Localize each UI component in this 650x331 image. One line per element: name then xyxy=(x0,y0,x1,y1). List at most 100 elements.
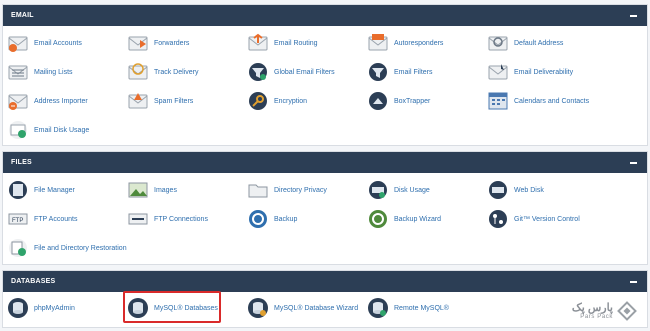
item-email-accounts[interactable]: Email Accounts xyxy=(7,30,82,56)
item-label: Images xyxy=(154,186,177,194)
item-remote-mysql[interactable]: Remote MySQL® xyxy=(367,295,449,321)
item-label: Email Disk Usage xyxy=(34,126,90,134)
files-panel: FILES File Manager Images Directory Privac… xyxy=(2,151,648,265)
git-icon xyxy=(487,208,509,230)
brand-name: پارس پک xyxy=(571,301,613,314)
svg-text:FTP: FTP xyxy=(12,218,23,224)
item-label: Autoresponders xyxy=(394,39,444,47)
backup-wizard-icon xyxy=(367,208,389,230)
item-label: Directory Privacy xyxy=(274,186,327,194)
global-email-filters-icon xyxy=(247,61,269,83)
item-track-delivery[interactable]: Track Delivery xyxy=(127,59,198,85)
item-label: Spam Filters xyxy=(154,97,194,105)
item-label: FTP Connections xyxy=(154,215,208,223)
item-label: Mailing Lists xyxy=(34,68,73,76)
files-panel-title: FILES xyxy=(11,159,32,166)
phpmyadmin-icon xyxy=(7,297,29,319)
item-label: Encryption xyxy=(274,97,308,105)
calendars-contacts-icon xyxy=(487,90,509,112)
email-routing-icon xyxy=(247,32,269,54)
default-address-icon xyxy=(487,32,509,54)
item-label: BoxTrapper xyxy=(394,97,431,105)
item-label: MySQL® Databases xyxy=(154,304,218,312)
item-directory-privacy[interactable]: Directory Privacy xyxy=(247,177,327,203)
boxtrapper-icon xyxy=(367,90,389,112)
collapse-icon[interactable] xyxy=(627,276,639,288)
backup-icon xyxy=(247,208,269,230)
brand-sub: Pars Pack xyxy=(580,313,613,320)
collapse-icon[interactable] xyxy=(627,157,639,169)
ftp-accounts-icon: FTP xyxy=(7,208,29,230)
item-email-routing[interactable]: Email Routing xyxy=(247,30,318,56)
item-web-disk[interactable]: Web Disk xyxy=(487,177,544,203)
item-file-and-directory-restoration[interactable]: File and Directory Restoration xyxy=(7,235,127,261)
item-label: Global Email Filters xyxy=(274,68,335,76)
databases-panel-title: DATABASES xyxy=(11,278,56,285)
email-deliverability-icon xyxy=(487,61,509,83)
email-panel-title: EMAIL xyxy=(11,12,34,19)
item-mailing-lists[interactable]: Mailing Lists xyxy=(7,59,73,85)
item-address-importer[interactable]: Address Importer xyxy=(7,88,88,114)
item-label: Forwarders xyxy=(154,39,190,47)
email-panel: EMAIL Email Accounts Forwarders Email Rout… xyxy=(2,4,648,146)
item-forwarders[interactable]: Forwarders xyxy=(127,30,189,56)
spam-filters-icon xyxy=(127,90,149,112)
mailing-lists-icon xyxy=(7,61,29,83)
encryption-icon xyxy=(247,90,269,112)
mysql-databases-icon xyxy=(127,297,149,319)
directory-privacy-icon xyxy=(247,179,269,201)
item-label: Track Delivery xyxy=(154,68,199,76)
ftp-connections-icon xyxy=(127,208,149,230)
item-label: Remote MySQL® xyxy=(394,304,449,312)
images-icon xyxy=(127,179,149,201)
item-backup-wizard[interactable]: Backup Wizard xyxy=(367,206,441,232)
item-label: Backup xyxy=(274,215,298,223)
item-label: Git™ Version Control xyxy=(514,215,580,223)
address-importer-icon xyxy=(7,90,29,112)
email-panel-header[interactable]: EMAIL xyxy=(3,5,647,26)
email-filters-icon xyxy=(367,61,389,83)
item-label: Email Routing xyxy=(274,39,318,47)
item-phpmyadmin[interactable]: phpMyAdmin xyxy=(7,295,75,321)
item-label: File and Directory Restoration xyxy=(34,244,127,252)
item-email-disk-usage[interactable]: Email Disk Usage xyxy=(7,117,89,143)
mysql-wizard-icon xyxy=(247,297,269,319)
item-file-manager[interactable]: File Manager xyxy=(7,177,75,203)
item-mysql-databases[interactable]: MySQL® Databases xyxy=(127,295,218,321)
remote-mysql-icon xyxy=(367,297,389,319)
item-git-version-control[interactable]: Git™ Version Control xyxy=(487,206,580,232)
item-label: Disk Usage xyxy=(394,186,430,194)
disk-usage-icon xyxy=(367,179,389,201)
item-images[interactable]: Images xyxy=(127,177,177,203)
files-panel-header[interactable]: FILES xyxy=(3,152,647,173)
item-global-email-filters[interactable]: Global Email Filters xyxy=(247,59,335,85)
file-restoration-icon xyxy=(7,237,29,259)
email-accounts-icon xyxy=(7,32,29,54)
item-label: Calendars and Contacts xyxy=(514,97,590,105)
item-autoresponders[interactable]: Autoresponders xyxy=(367,30,443,56)
item-disk-usage[interactable]: Disk Usage xyxy=(367,177,430,203)
item-label: phpMyAdmin xyxy=(34,304,75,312)
item-backup[interactable]: Backup xyxy=(247,206,297,232)
item-label: Email Deliverability xyxy=(514,68,574,76)
item-spam-filters[interactable]: Spam Filters xyxy=(127,88,193,114)
item-label: MySQL® Database Wizard xyxy=(274,304,359,312)
item-label: Address Importer xyxy=(34,97,88,105)
item-ftp-connections[interactable]: FTP Connections xyxy=(127,206,208,232)
databases-panel-header[interactable]: DATABASES xyxy=(3,271,647,292)
email-disk-usage-icon xyxy=(7,119,29,141)
file-manager-icon xyxy=(7,179,29,201)
item-label: FTP Accounts xyxy=(34,215,78,223)
item-email-filters[interactable]: Email Filters xyxy=(367,59,433,85)
item-default-address[interactable]: Default Address xyxy=(487,30,563,56)
item-calendars-and-contacts[interactable]: Calendars and Contacts xyxy=(487,88,589,114)
collapse-icon[interactable] xyxy=(627,10,639,22)
item-label: Email Filters xyxy=(394,68,433,76)
item-encryption[interactable]: Encryption xyxy=(247,88,307,114)
item-mysql-database-wizard[interactable]: MySQL® Database Wizard xyxy=(247,295,358,321)
item-boxtrapper[interactable]: BoxTrapper xyxy=(367,88,430,114)
item-label: Default Address xyxy=(514,39,564,47)
brand-logo-icon xyxy=(617,301,637,321)
item-email-deliverability[interactable]: Email Deliverability xyxy=(487,59,573,85)
item-ftp-accounts[interactable]: FTP FTP Accounts xyxy=(7,206,77,232)
